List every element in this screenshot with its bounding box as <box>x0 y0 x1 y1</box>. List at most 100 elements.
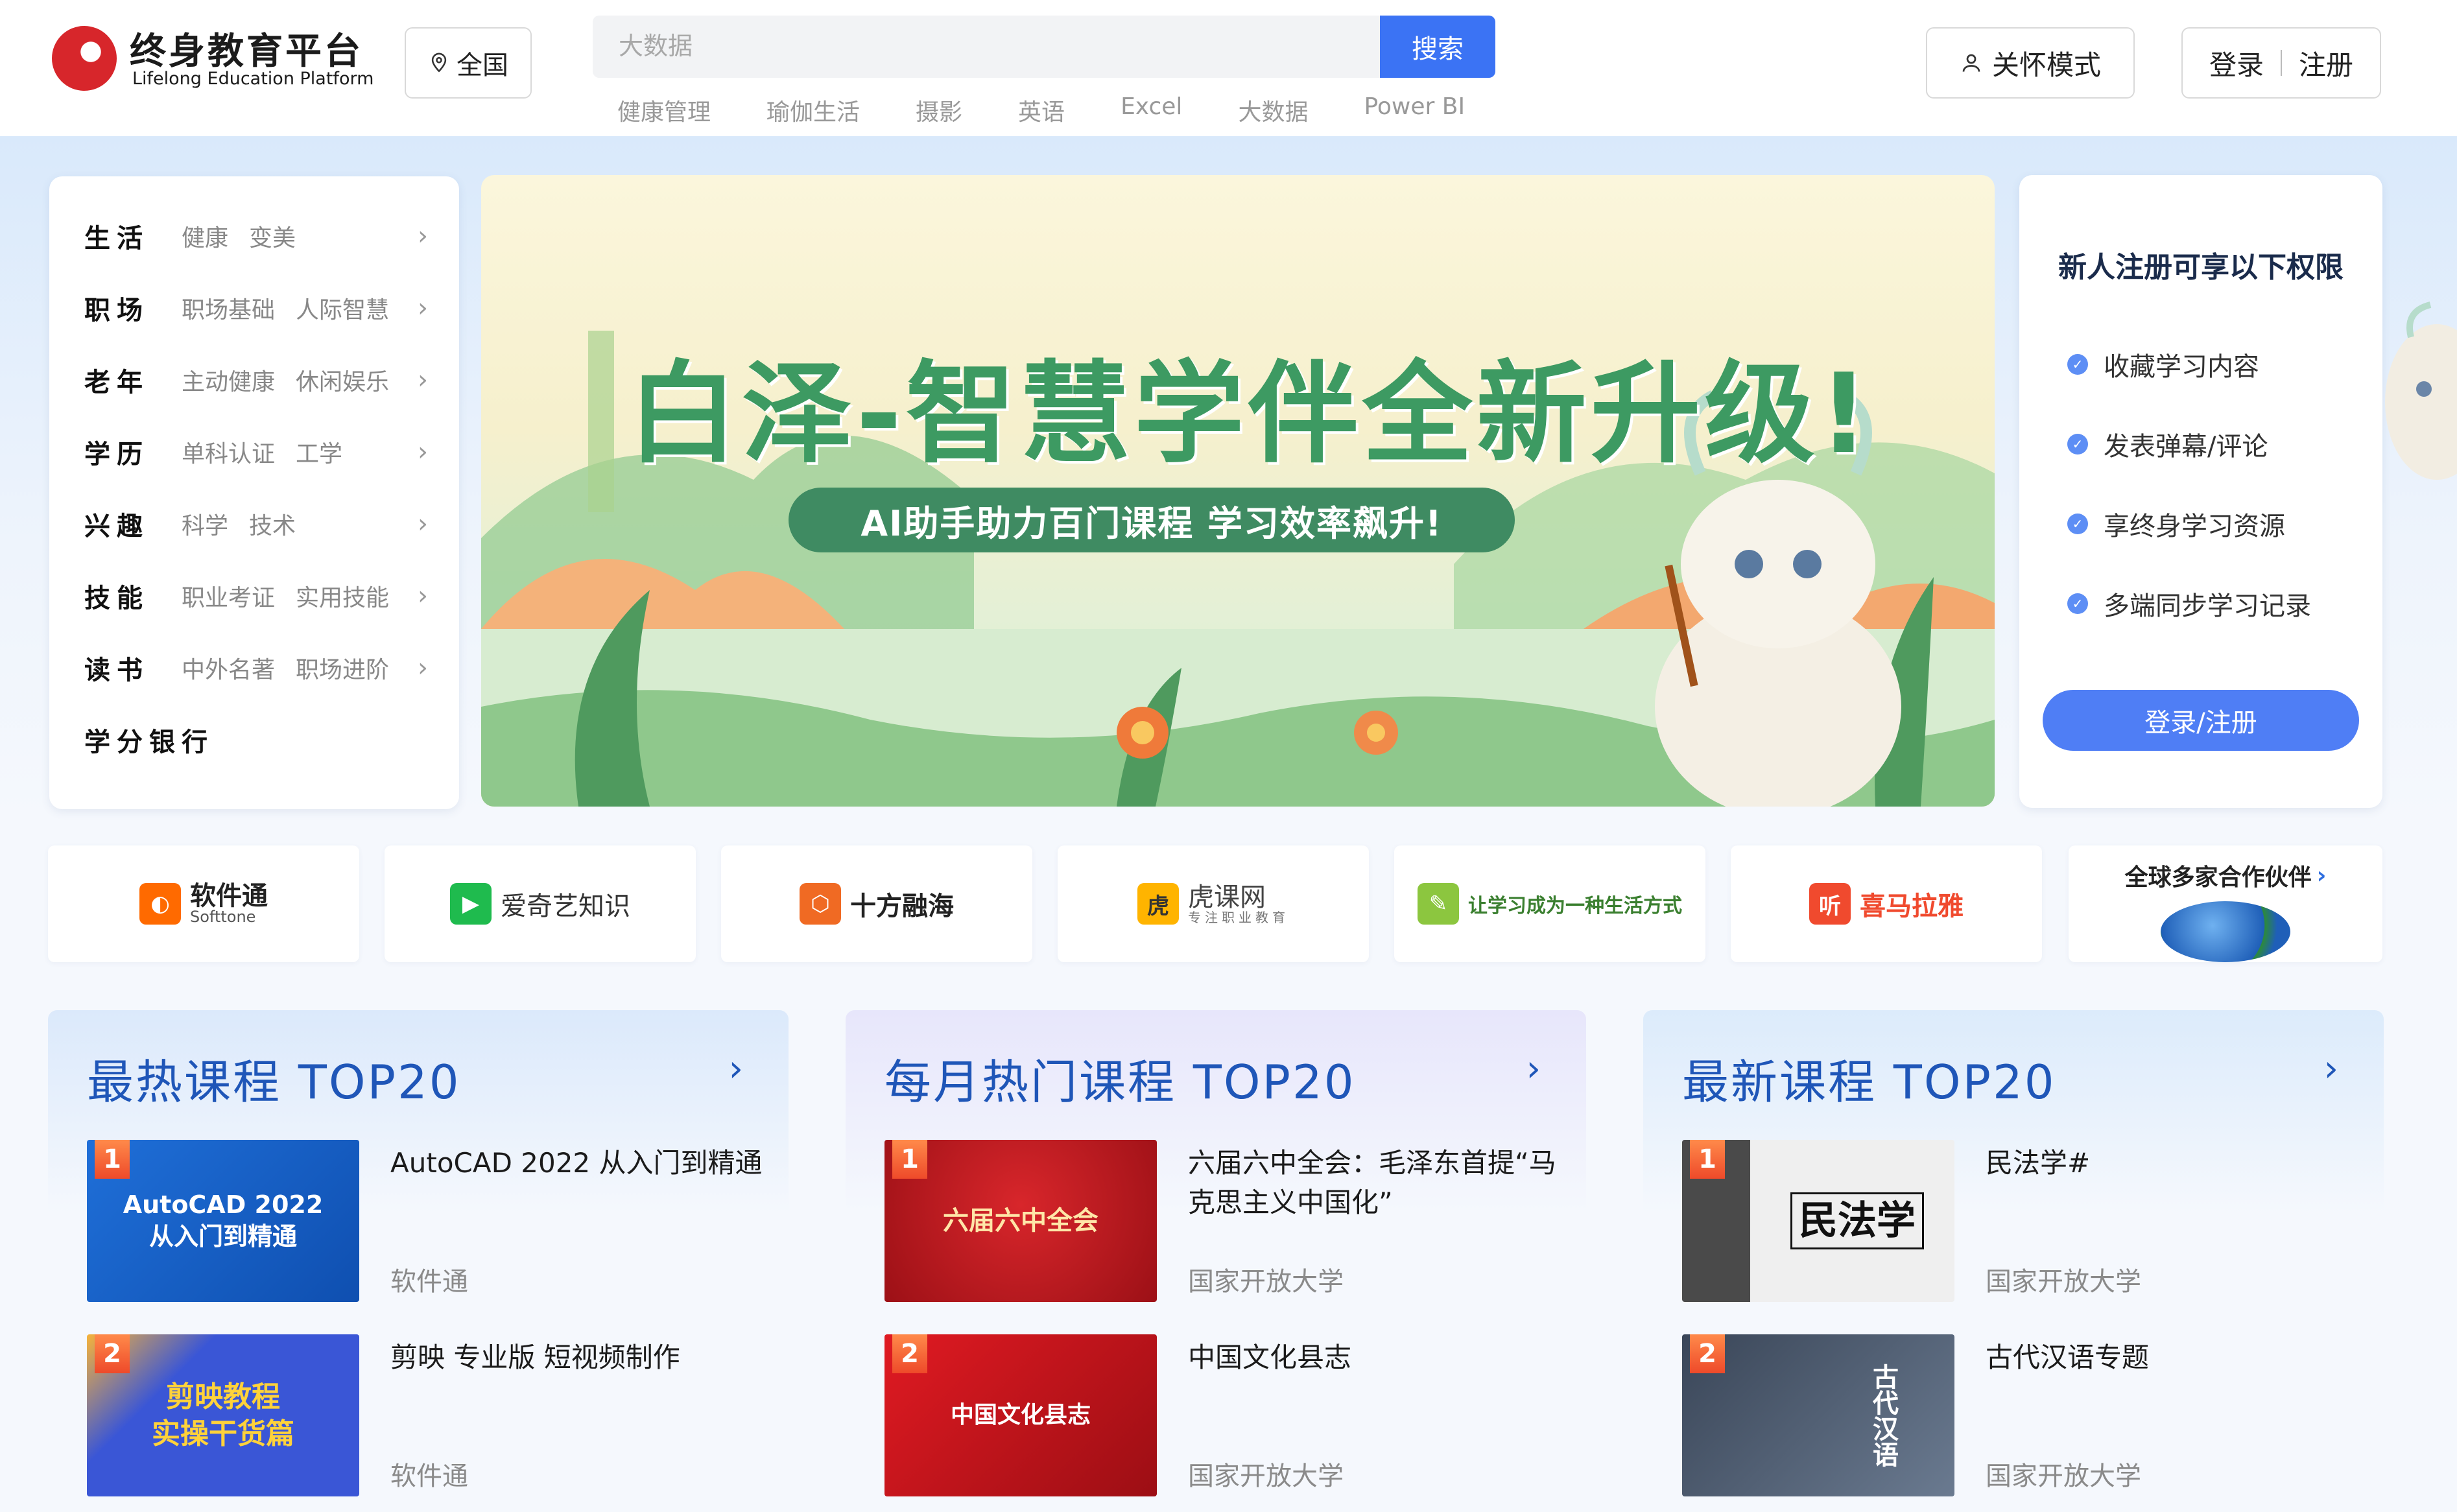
partner-name: 全球多家合作伙伴 <box>2124 864 2312 891</box>
partner-shifang[interactable]: ⬡ 十方融海 <box>721 845 1032 962</box>
partner-learning-life[interactable]: ✎ 让学习成为一种生活方式 <box>1394 845 1705 962</box>
category-sub-link[interactable]: 单科认证 <box>182 435 275 469</box>
category-sub-link[interactable]: 职场基础 <box>182 291 275 325</box>
softtone-logo-icon: ◐ <box>139 883 181 925</box>
thumbnail-text: 剪映教程 实操干货篇 <box>152 1380 294 1450</box>
hot-word-link[interactable]: 健康管理 <box>617 93 711 127</box>
course-provider: 国家开放大学 <box>1986 1267 2141 1297</box>
care-mode-button[interactable]: 关怀模式 <box>1926 27 2135 99</box>
hot-word-link[interactable]: 瑜伽生活 <box>766 93 860 127</box>
partner-ximalaya[interactable]: 听 喜马拉雅 <box>1731 845 2042 962</box>
partner-softtone[interactable]: ◐ 软件通 Softtone <box>48 845 359 962</box>
chevron-right-icon[interactable]: › <box>1526 1048 1541 1090</box>
chevron-right-icon: › <box>418 581 428 611</box>
login-register-button[interactable]: 登录/注册 <box>2043 690 2359 751</box>
register-link[interactable]: 注册 <box>2299 43 2353 83</box>
newest-courses-panel: 最新课程 TOP20 › 民法学 1 民法学# 国家开放大学 古代汉语 2 古代… <box>1643 1010 2384 1512</box>
rank-badge: 1 <box>95 1140 130 1179</box>
partner-iqiyi[interactable]: ▶ 爱奇艺知识 <box>385 845 696 962</box>
panel-title[interactable]: 最新课程 TOP20 <box>1682 1044 2056 1112</box>
category-sub-link[interactable]: 休闲娱乐 <box>296 363 389 397</box>
chevron-right-icon[interactable]: › <box>2324 1048 2338 1090</box>
chevron-right-icon: › <box>2316 862 2327 889</box>
region-selector-button[interactable]: 全国 <box>405 27 532 99</box>
platform-logo-icon[interactable] <box>52 26 117 91</box>
category-sub-link[interactable]: 变美 <box>249 219 296 253</box>
chevron-right-icon: › <box>418 437 428 467</box>
category-item-senior[interactable]: 老年 主动健康 休闲娱乐 › <box>84 360 447 399</box>
category-sub-link[interactable]: 健康 <box>182 219 228 253</box>
auth-divider <box>2281 50 2282 76</box>
course-card[interactable]: AutoCAD 2022 从入门到精通 1 AutoCAD 2022 从入门到精… <box>87 1140 768 1302</box>
course-title[interactable]: 古代汉语专题 <box>1986 1338 2362 1378</box>
course-provider: 国家开放大学 <box>1986 1461 2141 1491</box>
category-item-degree[interactable]: 学历 单科认证 工学 › <box>84 432 447 471</box>
hot-word-link[interactable]: 大数据 <box>1238 93 1308 127</box>
category-sub-link[interactable]: 中外名著 <box>182 651 275 685</box>
course-title[interactable]: 剪映 专业版 短视频制作 <box>390 1338 766 1378</box>
check-icon: ✓ <box>2067 354 2088 375</box>
check-icon: ✓ <box>2067 593 2088 614</box>
category-item-skills[interactable]: 技能 职业考证 实用技能 › <box>84 576 447 615</box>
category-sub-link[interactable]: 职业考证 <box>182 579 275 613</box>
partner-sub: 专注职业教育 <box>1188 909 1289 925</box>
category-sub-link[interactable]: 职场进阶 <box>296 651 389 685</box>
monthly-hot-courses-panel: 每月热门课程 TOP20 › 六届六中全会 1 六届六中全会：毛泽东首提“马克思… <box>846 1010 1586 1512</box>
thumbnail-text: AutoCAD 2022 从入门到精通 <box>123 1190 324 1251</box>
category-item-credit-bank[interactable]: 学分银行 <box>84 720 447 759</box>
thumbnail-text: 古代汉语 <box>1868 1364 1898 1467</box>
course-card[interactable]: 中国文化县志 2 中国文化县志 国家开放大学 <box>884 1334 1565 1496</box>
chevron-right-icon: › <box>418 365 428 395</box>
login-link[interactable]: 登录 <box>2209 43 2264 83</box>
chevron-right-icon[interactable]: › <box>729 1048 743 1090</box>
thumbnail-text: 六届六中全会 <box>943 1206 1098 1236</box>
category-sub-link[interactable]: 科学 <box>182 507 228 541</box>
partner-name: 十方融海 <box>850 892 954 921</box>
course-provider: 软件通 <box>390 1461 468 1491</box>
course-title[interactable]: 民法学# <box>1986 1144 2362 1183</box>
hot-word-link[interactable]: Excel <box>1121 93 1182 127</box>
search-button[interactable]: 搜索 <box>1380 16 1495 78</box>
course-title[interactable]: AutoCAD 2022 从入门到精通 <box>390 1144 766 1183</box>
ximalaya-logo-icon: 听 <box>1809 883 1851 925</box>
rank-badge: 1 <box>892 1140 927 1179</box>
perk-item: ✓ 发表弹幕/评论 <box>2067 425 2268 464</box>
category-item-interest[interactable]: 兴趣 科学 技术 › <box>84 504 447 543</box>
hot-word-link[interactable]: 英语 <box>1018 93 1065 127</box>
category-sub-link[interactable]: 人际智慧 <box>296 291 389 325</box>
panel-title[interactable]: 最热课程 TOP20 <box>87 1044 461 1112</box>
category-sub-link[interactable]: 实用技能 <box>296 579 389 613</box>
category-sub-link[interactable]: 工学 <box>296 435 342 469</box>
panel-title[interactable]: 每月热门课程 TOP20 <box>884 1044 1356 1112</box>
course-card[interactable]: 古代汉语 2 古代汉语专题 国家开放大学 <box>1682 1334 2363 1496</box>
category-item-life[interactable]: 生活 健康 变美 › <box>84 217 447 255</box>
category-sub-link[interactable]: 技术 <box>249 507 296 541</box>
hot-word-link[interactable]: 摄影 <box>916 93 962 127</box>
course-provider: 国家开放大学 <box>1188 1267 1344 1297</box>
rank-badge: 2 <box>95 1334 130 1373</box>
partner-global-more[interactable]: 全球多家合作伙伴 › <box>2069 845 2382 962</box>
hot-word-link[interactable]: Power BI <box>1364 93 1465 127</box>
top-header: 终身教育平台 Lifelong Education Platform 全国 搜索… <box>0 0 2457 136</box>
partner-name: 爱奇艺知识 <box>501 892 630 921</box>
category-name: 学历 <box>84 440 149 469</box>
course-card[interactable]: 剪映教程 实操干货篇 2 剪映 专业版 短视频制作 软件通 <box>87 1334 768 1496</box>
check-icon: ✓ <box>2067 434 2088 455</box>
hot-search-words: 健康管理 瑜伽生活 摄影 英语 Excel 大数据 Power BI <box>617 93 1521 127</box>
perk-label: 收藏学习内容 <box>2104 352 2259 382</box>
partner-huke[interactable]: 虎 虎课网 专注职业教育 <box>1058 845 1369 962</box>
course-title[interactable]: 六届六中全会：毛泽东首提“马克思主义中国化” <box>1188 1144 1564 1223</box>
logo-subtitle: Lifelong Education Platform <box>132 69 374 89</box>
category-name: 兴趣 <box>84 512 149 541</box>
logo-title[interactable]: 终身教育平台 <box>130 22 363 75</box>
course-card[interactable]: 民法学 1 民法学# 国家开放大学 <box>1682 1140 2363 1302</box>
course-card[interactable]: 六届六中全会 1 六届六中全会：毛泽东首提“马克思主义中国化” 国家开放大学 <box>884 1140 1565 1302</box>
course-title[interactable]: 中国文化县志 <box>1188 1338 1564 1378</box>
search-input[interactable] <box>593 16 1380 78</box>
category-item-reading[interactable]: 读书 中外名著 职场进阶 › <box>84 648 447 687</box>
partner-name: 喜马拉雅 <box>1860 892 1964 921</box>
category-sub-link[interactable]: 主动健康 <box>182 363 275 397</box>
banner-subtitle: AI助手助力百门课程 学习效率飙升! <box>789 488 1515 552</box>
category-item-workplace[interactable]: 职场 职场基础 人际智慧 › <box>84 289 447 327</box>
hero-banner[interactable]: 白泽-智慧学伴全新升级! AI助手助力百门课程 学习效率飙升! <box>481 175 1995 807</box>
